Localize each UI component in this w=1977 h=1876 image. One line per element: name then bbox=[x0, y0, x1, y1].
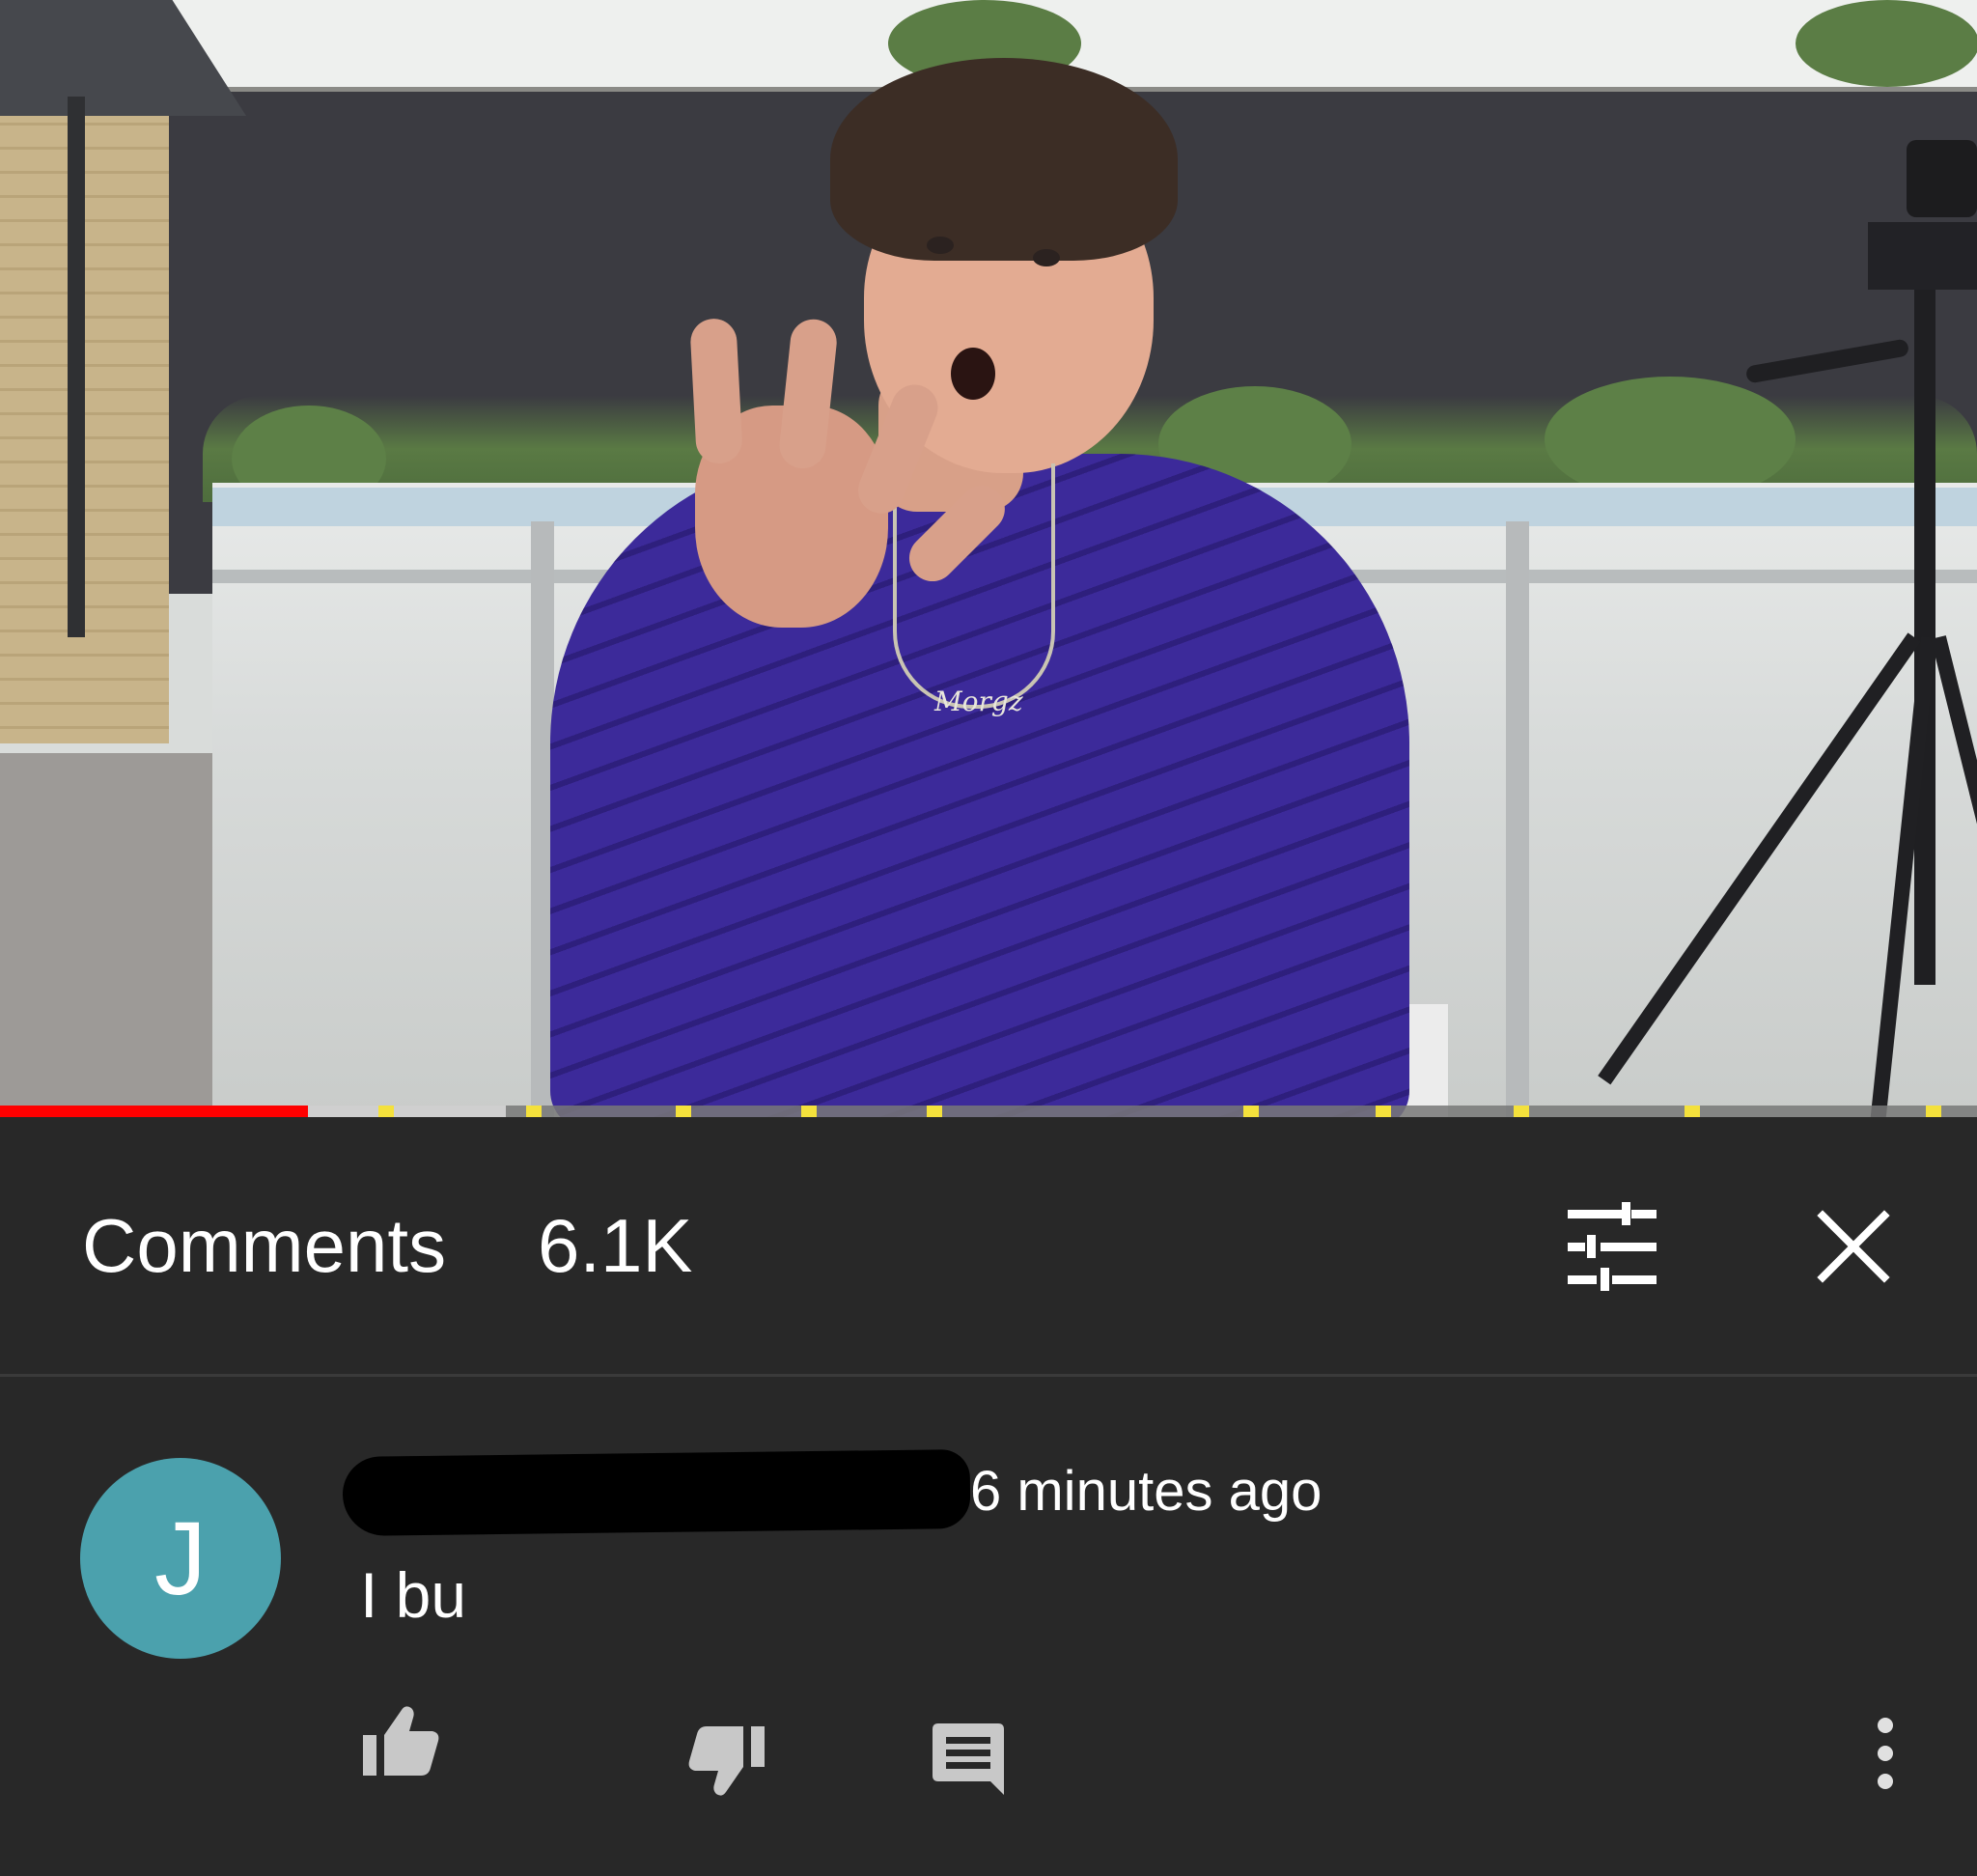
comment-timestamp: 6 minutes ago bbox=[970, 1460, 1323, 1523]
progress-played bbox=[0, 1106, 309, 1117]
chapter-marker bbox=[526, 1106, 542, 1117]
close-icon bbox=[1817, 1210, 1890, 1283]
video-camera bbox=[1907, 140, 1977, 217]
chapter-marker bbox=[1376, 1106, 1391, 1117]
dislike-button[interactable] bbox=[687, 1726, 765, 1798]
reply-button[interactable] bbox=[933, 1723, 1004, 1795]
comments-title: Comments bbox=[82, 1203, 447, 1288]
chapter-marker bbox=[676, 1106, 691, 1117]
video-tripod-head bbox=[1868, 222, 1977, 290]
chapter-marker bbox=[1514, 1106, 1529, 1117]
close-button[interactable] bbox=[1817, 1210, 1890, 1283]
thumb-up-icon bbox=[363, 1706, 439, 1776]
comments-count: 6.1K bbox=[538, 1203, 693, 1288]
chapter-marker bbox=[378, 1106, 394, 1117]
comment-text: I bu bbox=[360, 1559, 467, 1631]
video-person-eye bbox=[927, 237, 954, 254]
video-pool-post bbox=[1506, 521, 1529, 1117]
video-tree bbox=[1796, 0, 1977, 87]
chapter-marker bbox=[1685, 1106, 1700, 1117]
chapter-marker bbox=[927, 1106, 942, 1117]
like-button[interactable] bbox=[363, 1704, 440, 1776]
video-finger bbox=[689, 317, 743, 465]
chapter-marker bbox=[1926, 1106, 1941, 1117]
author-name-redacted[interactable] bbox=[342, 1449, 971, 1536]
chapter-marker bbox=[1243, 1106, 1259, 1117]
avatar[interactable]: J bbox=[80, 1458, 281, 1659]
video-player[interactable]: Morgz bbox=[0, 0, 1977, 1117]
video-necklace-pendant: Morgz bbox=[934, 686, 1023, 717]
reply-icon bbox=[933, 1723, 1004, 1795]
video-progress-bar[interactable] bbox=[0, 1106, 1977, 1117]
video-person-mouth bbox=[951, 348, 995, 400]
video-person-eye bbox=[1033, 249, 1060, 266]
thumb-down-icon bbox=[688, 1726, 765, 1796]
more-vert-icon bbox=[1878, 1718, 1893, 1789]
comment-item bbox=[0, 1377, 1977, 1876]
tune-icon bbox=[1568, 1202, 1657, 1291]
video-gutter bbox=[68, 97, 85, 637]
video-person-hair bbox=[830, 58, 1178, 261]
more-button[interactable] bbox=[1871, 1717, 1900, 1790]
sort-button[interactable] bbox=[1564, 1202, 1660, 1291]
chapter-marker bbox=[801, 1106, 817, 1117]
